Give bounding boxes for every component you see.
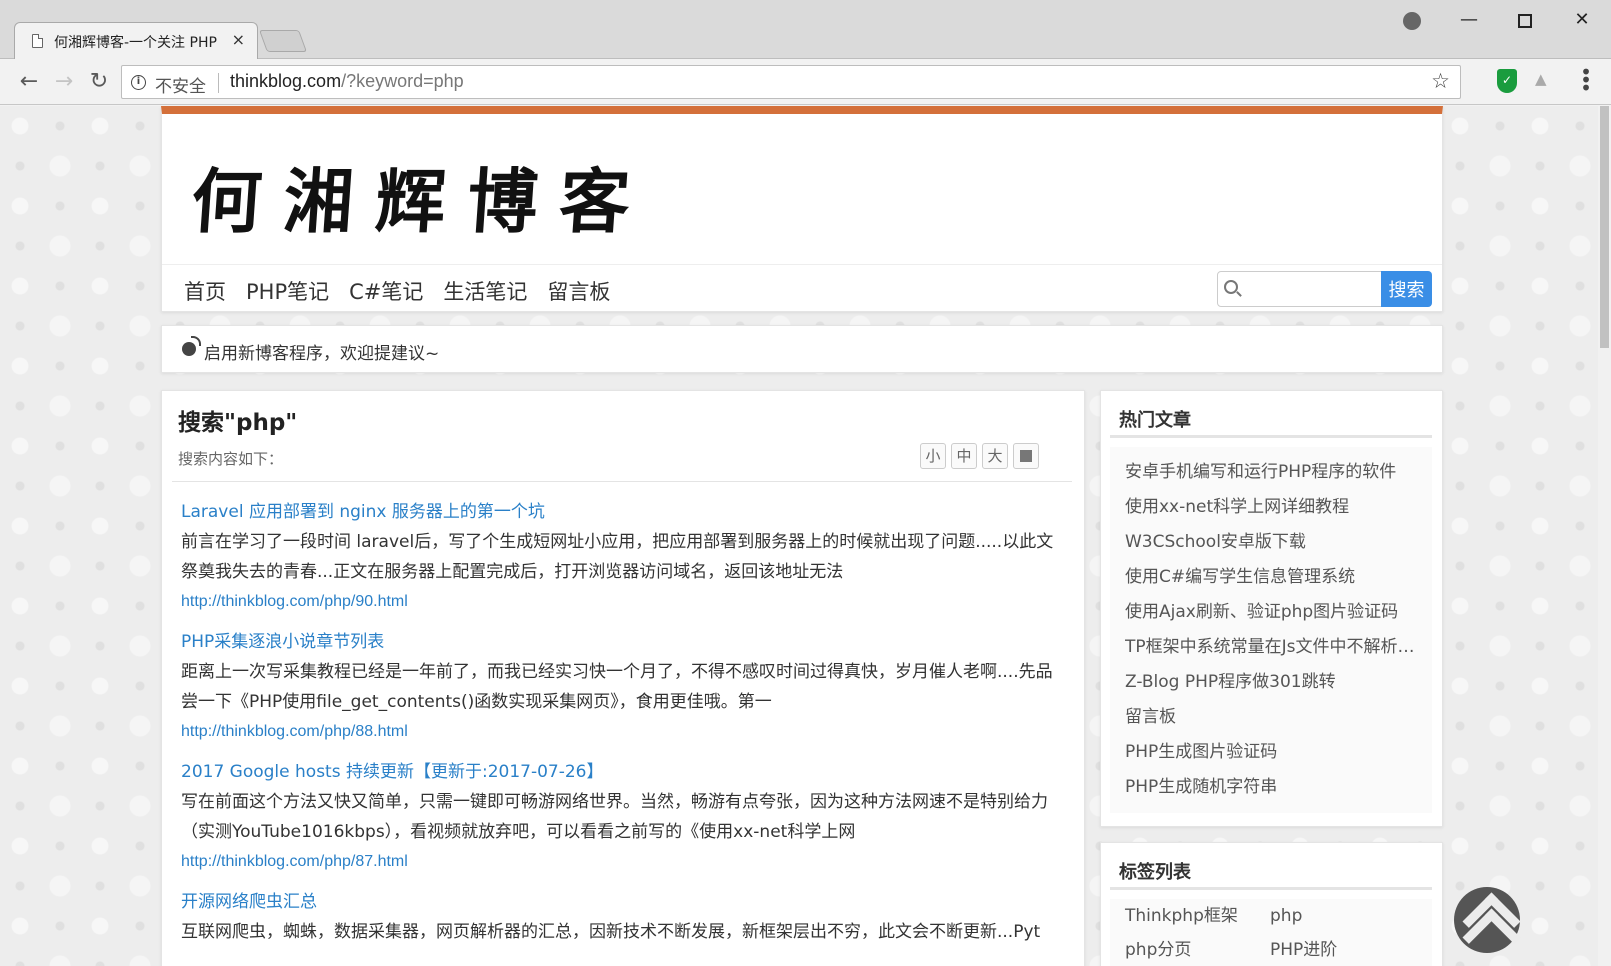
reload-icon[interactable]: ↻ xyxy=(84,67,114,97)
search-icon xyxy=(1224,280,1238,294)
nav-csharp[interactable]: C#笔记 xyxy=(349,276,423,306)
nav-life[interactable]: 生活笔记 xyxy=(443,276,527,306)
nav-home[interactable]: 首页 xyxy=(184,276,226,306)
url-path: /?keyword=php xyxy=(341,71,464,91)
hot-article-link[interactable]: 留言板 xyxy=(1125,700,1423,735)
hot-article-link[interactable]: 安卓手机编写和运行PHP程序的软件 xyxy=(1125,455,1423,490)
hot-article-link[interactable]: PHP生成图片验证码 xyxy=(1125,735,1423,770)
page-title: 搜索"php" xyxy=(178,410,298,436)
close-icon[interactable]: ✕ xyxy=(1567,6,1597,36)
notice-bar: 启用新博客程序，欢迎提建议~ xyxy=(161,325,1443,373)
site-logo[interactable]: 何湘辉博客 xyxy=(188,146,655,247)
tag-link[interactable]: php分页 xyxy=(1125,933,1270,966)
maximize-icon[interactable] xyxy=(1510,6,1540,36)
tag-link[interactable]: Thinkphp框架 xyxy=(1125,899,1270,933)
tag-link[interactable]: php xyxy=(1270,899,1415,933)
hot-article-link[interactable]: W3CSchool安卓版下载 xyxy=(1125,525,1423,560)
title-divider xyxy=(172,481,1072,482)
hot-articles-widget: 热门文章 安卓手机编写和运行PHP程序的软件 使用xx-net科学上网详细教程 … xyxy=(1100,390,1443,827)
tag-link[interactable]: PHP进阶 xyxy=(1270,933,1415,966)
announcement-icon xyxy=(182,336,201,356)
list-item: PHP采集逐浪小说章节列表 距离上一次写采集教程已经是一年前了，而我已经实习快一… xyxy=(181,627,1061,747)
hot-article-link[interactable]: TP框架中系统常量在Js文件中不解析的问题 xyxy=(1125,630,1423,665)
result-url-link[interactable]: http://thinkblog.com/php/90.html xyxy=(181,587,1061,617)
url-host: thinkblog.com xyxy=(230,71,342,91)
tag-list: Thinkphp框架 php php分页 PHP进阶 xyxy=(1110,899,1432,966)
list-item: Laravel 应用部署到 nginx 服务器上的第一个坑 前言在学习了一段时间… xyxy=(181,497,1061,617)
font-size-switcher: 小 中 大 xyxy=(920,443,1039,469)
user-icon[interactable] xyxy=(1397,6,1427,36)
browser-toolbar: ← → ↻ i 不安全 thinkblog.com/?keyword=php ☆ xyxy=(0,60,1611,105)
widget-divider xyxy=(1110,435,1432,438)
new-tab-button[interactable] xyxy=(258,30,308,52)
address-bar[interactable]: i 不安全 thinkblog.com/?keyword=php ☆ xyxy=(121,65,1461,99)
hot-article-link[interactable]: 使用C#编写学生信息管理系统 xyxy=(1125,560,1423,595)
hot-article-link[interactable]: PHP生成随机字符串 xyxy=(1125,770,1423,805)
result-excerpt: 距离上一次写采集教程已经是一年前了，而我已经实习快一个月了，不得不感叹时间过得真… xyxy=(181,662,1053,712)
info-icon[interactable]: i xyxy=(131,75,146,90)
font-large-button[interactable]: 大 xyxy=(982,443,1008,469)
hot-article-link[interactable]: 使用Ajax刷新、验证php图片验证码 xyxy=(1125,595,1423,630)
back-to-top-icon[interactable] xyxy=(1454,887,1520,953)
omnibox-separator xyxy=(218,73,219,93)
scrollbar-thumb[interactable] xyxy=(1600,106,1609,348)
results-list: Laravel 应用部署到 nginx 服务器上的第一个坑 前言在学习了一段时间… xyxy=(181,497,1061,957)
result-url-link[interactable]: http://thinkblog.com/php/87.html xyxy=(181,847,1061,877)
shield-extension-icon[interactable]: ✓ xyxy=(1497,69,1517,93)
forward-icon[interactable]: → xyxy=(49,67,79,97)
nav-php[interactable]: PHP笔记 xyxy=(246,276,329,306)
result-url-link[interactable]: http://thinkblog.com/php/88.html xyxy=(181,717,1061,747)
hot-articles-list: 安卓手机编写和运行PHP程序的软件 使用xx-net科学上网详细教程 W3CSc… xyxy=(1110,447,1432,813)
tags-title: 标签列表 xyxy=(1119,862,1191,883)
hot-article-link[interactable]: 使用xx-net科学上网详细教程 xyxy=(1125,490,1423,525)
tab-close-icon[interactable]: × xyxy=(232,30,245,49)
search-input[interactable] xyxy=(1217,271,1382,307)
header-divider xyxy=(162,264,1442,265)
tags-widget: 标签列表 Thinkphp框架 php php分页 PHP进阶 xyxy=(1100,842,1443,966)
main-nav: 首页 PHP笔记 C#笔记 生活笔记 留言板 xyxy=(184,276,610,306)
back-icon[interactable]: ← xyxy=(14,67,44,97)
result-excerpt: 写在前面这个方法又快又简单，只需一键即可畅游网络世界。当然，畅游有点夸张，因为这… xyxy=(181,792,1048,842)
hot-articles-title: 热门文章 xyxy=(1119,410,1191,431)
page-viewport: 何湘辉博客 首页 PHP笔记 C#笔记 生活笔记 留言板 搜索 启用新博客程序，… xyxy=(0,106,1598,966)
result-title-link[interactable]: 开源网络爬虫汇总 xyxy=(181,887,1061,917)
reading-mode-icon[interactable] xyxy=(1013,443,1039,469)
page-subtitle: 搜索内容如下： xyxy=(178,450,284,468)
browser-tab[interactable]: 何湘辉博客-一个关注 PHP × xyxy=(14,22,258,59)
font-small-button[interactable]: 小 xyxy=(920,443,946,469)
result-title-link[interactable]: PHP采集逐浪小说章节列表 xyxy=(181,627,1061,657)
nav-guestbook[interactable]: 留言板 xyxy=(547,276,610,306)
result-excerpt: 前言在学习了一段时间 laravel后，写了个生成短网址小应用，把应用部署到服务… xyxy=(181,532,1054,582)
result-title-link[interactable]: Laravel 应用部署到 nginx 服务器上的第一个坑 xyxy=(181,497,1061,527)
font-medium-button[interactable]: 中 xyxy=(951,443,977,469)
page-scrollbar[interactable] xyxy=(1598,106,1611,966)
tab-title: 何湘辉博客-一个关注 PHP xyxy=(54,35,217,51)
site-header: 何湘辉博客 首页 PHP笔记 C#笔记 生活笔记 留言板 搜索 xyxy=(161,106,1443,312)
security-label[interactable]: 不安全 xyxy=(155,72,206,97)
browser-titlebar: 何湘辉博客-一个关注 PHP × — ✕ xyxy=(0,0,1611,59)
menu-icon[interactable]: • • • xyxy=(1580,62,1592,98)
hot-article-link[interactable]: Z-Blog PHP程序做301跳转 xyxy=(1125,665,1423,700)
widget-divider xyxy=(1110,887,1432,890)
list-item: 开源网络爬虫汇总 互联网爬虫，蜘蛛，数据采集器，网页解析器的汇总，因新技术不断发… xyxy=(181,887,1061,947)
result-title-link[interactable]: 2017 Google hosts 持续更新【更新于:2017-07-26】 xyxy=(181,757,1061,787)
star-icon[interactable]: ☆ xyxy=(1431,69,1450,93)
minimize-icon[interactable]: — xyxy=(1454,6,1484,36)
url-text[interactable]: thinkblog.com/?keyword=php xyxy=(230,71,464,92)
extension-icon[interactable]: ▲ xyxy=(1535,70,1547,88)
search-button[interactable]: 搜索 xyxy=(1381,271,1432,307)
document-icon xyxy=(32,34,43,48)
list-item: 2017 Google hosts 持续更新【更新于:2017-07-26】 写… xyxy=(181,757,1061,877)
result-excerpt: 互联网爬虫，蜘蛛，数据采集器，网页解析器的汇总，因新技术不断发展，新框架层出不穷… xyxy=(181,922,1041,942)
notice-text: 启用新博客程序，欢迎提建议~ xyxy=(204,344,440,364)
search-results-panel: 搜索"php" 搜索内容如下： 小 中 大 Laravel 应用部署到 ngin… xyxy=(161,390,1085,966)
